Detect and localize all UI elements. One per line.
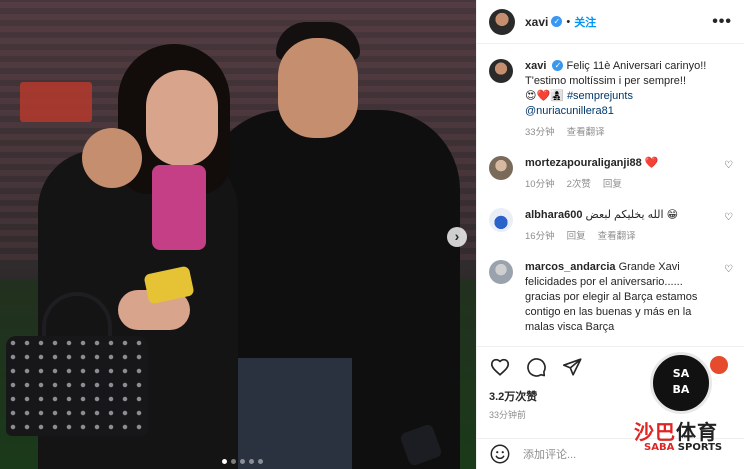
- reply-button[interactable]: 回复: [603, 177, 622, 192]
- carousel-next-button[interactable]: ›: [447, 227, 467, 247]
- carousel-dot: [222, 459, 227, 464]
- commenter-avatar[interactable]: [489, 260, 513, 284]
- carousel-dot: [258, 459, 263, 464]
- commenter-username[interactable]: albhara600: [525, 209, 582, 221]
- caption: xavi ✓ Feliç 11è Aniversari carinyo!! T'…: [477, 45, 744, 140]
- carousel-dot: [249, 459, 254, 464]
- comment-item: mortezapouraliganji88 ❤️ 10分钟 2次赞 回复 ♡: [477, 140, 744, 192]
- author-avatar[interactable]: [489, 8, 515, 35]
- man-face: [278, 38, 358, 138]
- emoji-icon[interactable]: [489, 443, 511, 465]
- refresh-badge-icon: [710, 356, 728, 374]
- caption-time: 33分钟: [525, 127, 555, 138]
- reply-button[interactable]: 回复: [567, 229, 586, 244]
- heart-icon[interactable]: [489, 356, 511, 378]
- verified-icon: ✓: [552, 60, 564, 71]
- add-comment-input[interactable]: 添加评论...: [523, 446, 576, 462]
- share-icon[interactable]: [561, 356, 583, 378]
- carousel-dot: [240, 459, 245, 464]
- verified-icon: ✓: [551, 16, 563, 27]
- comment-like-heart-icon[interactable]: ♡: [724, 212, 733, 223]
- follow-button[interactable]: 关注: [574, 14, 596, 30]
- separator-dot: •: [566, 15, 571, 28]
- likes-count[interactable]: 3.2万次赞: [489, 388, 537, 404]
- woman-face: [146, 70, 218, 166]
- caption-mention[interactable]: @nuriacunillera81: [525, 105, 614, 117]
- saba-sports-watermark: SA BA 沙巴体育 SABA SPORTS: [620, 350, 744, 469]
- caption-username[interactable]: xavi: [525, 60, 546, 72]
- post-photo[interactable]: ›: [0, 0, 476, 469]
- comment-time: 10分钟: [525, 179, 555, 190]
- comment-text: الله يخليكم لبعض 😁: [585, 209, 679, 221]
- caption-avatar[interactable]: [489, 59, 513, 83]
- commenter-username[interactable]: mortezapouraliganji88: [525, 157, 642, 169]
- author-username[interactable]: xavi: [525, 15, 548, 29]
- translate-link[interactable]: 查看翻译: [567, 125, 605, 140]
- man-hand: [82, 128, 142, 188]
- comment-time: 16分钟: [525, 231, 555, 242]
- woman-sweater: [152, 165, 206, 250]
- commenter-username[interactable]: marcos_andarcia: [525, 261, 616, 273]
- translate-link[interactable]: 查看翻译: [598, 229, 636, 244]
- handbag: [6, 336, 148, 436]
- saba-chinese-name: 沙巴体育: [634, 420, 718, 444]
- stadium-sign: [20, 82, 92, 122]
- caption-hashtag[interactable]: #semprejunts: [567, 90, 633, 102]
- caption-emojis: 😍❤️👩‍👧‍👦: [525, 90, 564, 102]
- comment-text: ❤️: [644, 157, 659, 169]
- caption-text: xavi ✓ Feliç 11è Aniversari carinyo!! T'…: [525, 59, 733, 119]
- comment-meta: 16分钟 回复 查看翻译: [525, 229, 733, 244]
- saba-logo-ball: SA BA: [650, 352, 712, 414]
- comment-likes[interactable]: 2次赞: [567, 177, 591, 192]
- comment-like-heart-icon[interactable]: ♡: [724, 160, 733, 171]
- comment-like-heart-icon[interactable]: ♡: [724, 264, 733, 275]
- comment-meta: 10分钟 2次赞 回复: [525, 177, 733, 192]
- post-time: 33分钟前: [489, 410, 527, 420]
- commenter-avatar[interactable]: [489, 208, 513, 232]
- post-header: xavi ✓ • 关注 •••: [477, 0, 744, 44]
- saba-logo-text-top: SA: [672, 367, 690, 380]
- carousel-dots: [222, 459, 263, 464]
- more-options-icon[interactable]: •••: [712, 13, 732, 31]
- commenter-avatar[interactable]: [489, 156, 513, 180]
- comment-item: marcos_andarcia Grande Xavi felicidades …: [477, 244, 744, 335]
- carousel-dot: [231, 459, 236, 464]
- comment-item: albhara600 الله يخليكم لبعض 😁 16分钟 回复 查看…: [477, 192, 744, 244]
- caption-meta: 33分钟 查看翻译: [525, 125, 733, 140]
- comments-list[interactable]: xavi ✓ Feliç 11è Aniversari carinyo!! T'…: [477, 45, 744, 345]
- man-jeans: [232, 358, 352, 469]
- saba-english-name: SABA SPORTS: [644, 442, 723, 453]
- comment-icon[interactable]: [525, 356, 547, 378]
- saba-logo-text-bottom: BA: [672, 383, 690, 396]
